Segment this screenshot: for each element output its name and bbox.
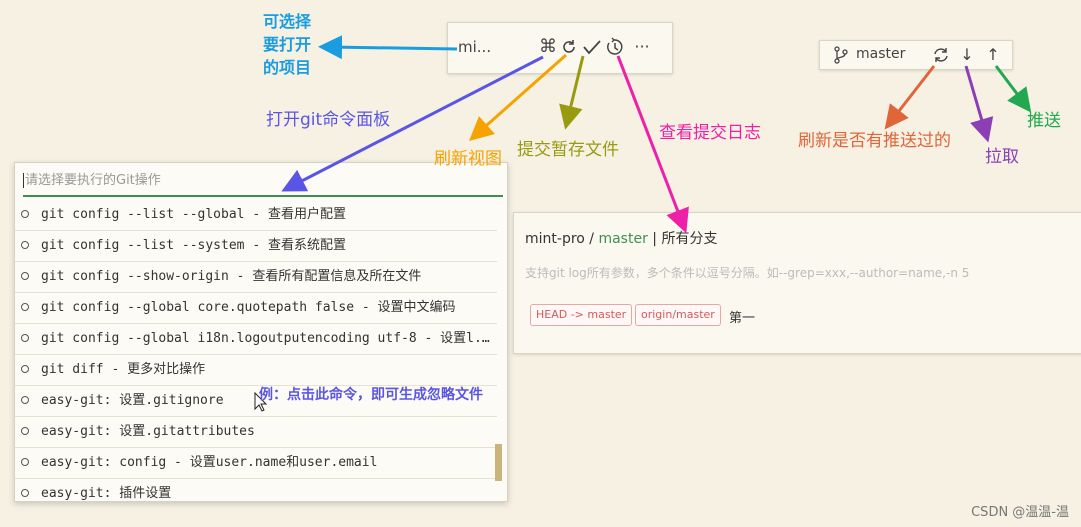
annotation-refresh-view: 刷新视图	[434, 149, 502, 169]
annotation-commit-staged: 提交暂存文件	[517, 140, 619, 160]
annotation-refresh-pushed: 刷新是否有推送过的	[798, 131, 951, 151]
arrow-pull	[964, 65, 994, 143]
annotation-arrows	[254, 35, 1032, 412]
annotation-push: 推送	[1027, 111, 1061, 131]
watermark: CSDN @温温-温	[971, 505, 1069, 520]
arrow-refresh-pushed	[884, 65, 936, 130]
annotation-select-project: 可选择 要打开 的项目	[263, 12, 312, 77]
annotation-open-command-panel: 打开git命令面板	[266, 110, 391, 130]
arrow-commit-staged	[559, 55, 585, 130]
arrow-select-project	[318, 35, 458, 60]
annotation-pull: 拉取	[985, 147, 1019, 167]
arrow-push	[994, 65, 1032, 113]
annotation-example: 例：点击此命令，即可生成忽略文件	[259, 387, 483, 403]
annotation-view-log: 查看提交日志	[659, 123, 761, 143]
